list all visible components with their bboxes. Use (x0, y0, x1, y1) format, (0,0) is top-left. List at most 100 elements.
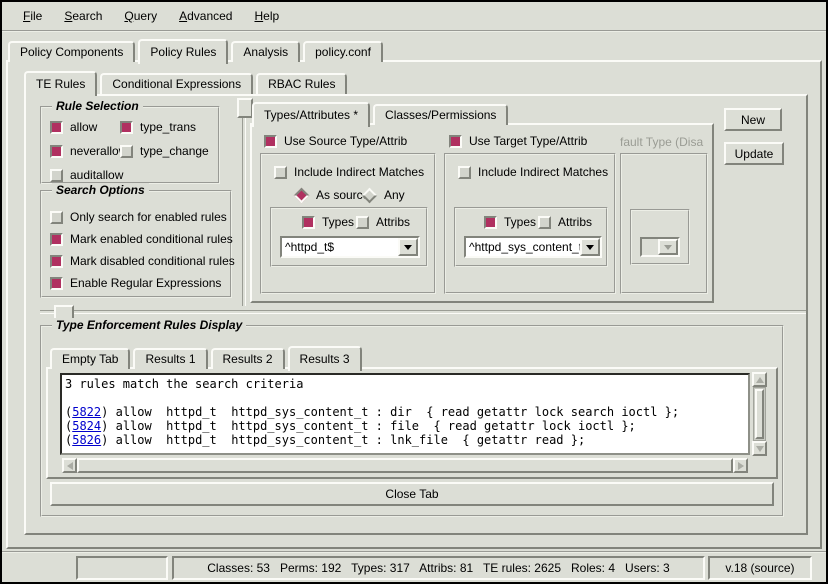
tab-policy-components[interactable]: Policy Components (8, 41, 135, 62)
vertical-sash-handle[interactable] (237, 98, 253, 118)
rule-number-link[interactable]: 5822 (72, 405, 101, 419)
menu-query[interactable]: Query (115, 6, 166, 26)
checkbox-target-include-indirect[interactable]: Include Indirect Matches (458, 165, 608, 179)
checkbox-neverallow[interactable]: neverallow (50, 144, 127, 158)
new-button[interactable]: New (724, 108, 782, 131)
checkbox-auditallow[interactable]: auditallow (50, 168, 123, 182)
checkbox-use-target-type[interactable]: Use Target Type/Attrib (449, 134, 587, 148)
scroll-right-arrow-icon[interactable] (733, 458, 748, 473)
scrollbar-thumb[interactable] (755, 389, 764, 439)
tab-rbac-rules[interactable]: RBAC Rules (256, 73, 347, 94)
checkbox-type-change[interactable]: type_change (120, 144, 209, 158)
checkbox-source-include-indirect[interactable]: Include Indirect Matches (274, 165, 424, 179)
default-type-inner-frame (630, 209, 690, 265)
menu-help[interactable]: Help (245, 6, 288, 26)
source-types-attribs-frame: Types Attribs ^httpd_t$ (270, 207, 428, 267)
scrollbar-trough[interactable] (753, 387, 766, 441)
checkbox-indicator[interactable] (302, 216, 315, 229)
menu-search[interactable]: Search (55, 6, 111, 26)
target-type-frame: Include Indirect Matches Types Attribs ^… (444, 153, 616, 294)
checkbox-indicator[interactable] (120, 121, 133, 134)
tab-policy-rules[interactable]: Policy Rules (138, 39, 228, 64)
horizontal-sash[interactable] (40, 310, 806, 314)
status-box-left (76, 556, 168, 580)
menu-bar: File Search Query Advanced Help (2, 2, 826, 32)
rules-tab-bar: TE Rules Conditional Expressions RBAC Ru… (24, 68, 350, 94)
rule-selection-title: Rule Selection (52, 99, 143, 113)
tab-analysis[interactable]: Analysis (231, 41, 300, 62)
radio-indicator[interactable] (294, 187, 310, 203)
checkbox-indicator[interactable] (120, 145, 133, 158)
scroll-down-arrow-icon[interactable] (752, 441, 767, 456)
radio-indicator[interactable] (362, 187, 378, 203)
tab-te-rules[interactable]: TE Rules (24, 71, 97, 96)
checkbox-indicator[interactable] (50, 169, 63, 182)
update-button[interactable]: Update (724, 142, 784, 165)
checkbox-indicator[interactable] (50, 277, 63, 290)
tab-types-attributes[interactable]: Types/Attributes * (252, 102, 370, 127)
checkbox-target-attribs[interactable]: Attribs (538, 215, 592, 229)
checkbox-indicator[interactable] (458, 166, 471, 179)
te-rules-display-group: Type Enforcement Rules Display Empty Tab… (40, 325, 784, 517)
checkbox-use-source-type[interactable]: Use Source Type/Attrib (264, 134, 407, 148)
checkbox-indicator[interactable] (50, 121, 63, 134)
apol-main-window: File Search Query Advanced Help Policy C… (0, 0, 828, 584)
checkbox-allow[interactable]: allow (50, 120, 97, 134)
source-type-combobox[interactable]: ^httpd_t$ (280, 236, 420, 258)
checkbox-mark-disabled-conditional[interactable]: Mark disabled conditional rules (50, 254, 235, 268)
tab-empty-tab[interactable]: Empty Tab (50, 348, 130, 369)
results-panel: 3 rules match the search criteria (5822)… (46, 367, 778, 479)
checkbox-indicator[interactable] (356, 216, 369, 229)
vertical-sash[interactable] (242, 100, 246, 306)
horizontal-scrollbar[interactable] (62, 458, 748, 473)
close-tab-button[interactable]: Close Tab (50, 482, 774, 506)
source-type-frame: Include Indirect Matches As source Any T… (260, 153, 436, 294)
radio-any[interactable]: Any (362, 188, 405, 202)
scrollbar-thumb[interactable] (77, 458, 733, 473)
checkbox-indicator[interactable] (484, 216, 497, 229)
policy-rules-panel: TE Rules Conditional Expressions RBAC Ru… (6, 60, 822, 549)
tab-classes-permissions[interactable]: Classes/Permissions (373, 104, 508, 125)
tab-results-1[interactable]: Results 1 (133, 348, 207, 369)
scroll-left-arrow-icon[interactable] (62, 458, 77, 473)
tab-policy-conf[interactable]: policy.conf (303, 41, 383, 62)
status-box-version: v.18 (source) (708, 556, 812, 580)
vertical-scrollbar[interactable] (752, 372, 767, 456)
scroll-up-arrow-icon[interactable] (752, 372, 767, 387)
checkbox-indicator[interactable] (449, 135, 462, 148)
tab-conditional-expressions[interactable]: Conditional Expressions (100, 73, 253, 94)
main-tab-bar: Policy Components Policy Rules Analysis … (8, 36, 386, 62)
checkbox-type-trans[interactable]: type_trans (120, 120, 196, 134)
tab-results-3[interactable]: Results 3 (288, 346, 362, 371)
checkbox-indicator[interactable] (264, 135, 277, 148)
checkbox-indicator[interactable] (50, 145, 63, 158)
rule-number-link[interactable]: 5826 (72, 433, 101, 447)
checkbox-source-types[interactable]: Types (302, 215, 354, 229)
combobox-dropdown-arrow-icon (658, 239, 678, 255)
checkbox-mark-enabled-conditional[interactable]: Mark enabled conditional rules (50, 232, 233, 246)
combobox-dropdown-arrow-icon[interactable] (398, 238, 418, 256)
checkbox-enable-regex[interactable]: Enable Regular Expressions (50, 276, 221, 290)
results-text-area[interactable]: 3 rules match the search criteria (5822)… (60, 373, 750, 455)
types-attributes-tab-bar: Types/Attributes * Classes/Permissions (252, 99, 511, 125)
radio-as-source[interactable]: As source (294, 188, 369, 202)
menu-advanced[interactable]: Advanced (170, 6, 241, 26)
search-options-title: Search Options (52, 183, 149, 197)
menu-file[interactable]: File (14, 6, 51, 26)
checkbox-source-attribs[interactable]: Attribs (356, 215, 410, 229)
checkbox-target-types[interactable]: Types (484, 215, 536, 229)
rule-number-link[interactable]: 5824 (72, 419, 101, 433)
search-options-group: Search Options Only search for enabled r… (40, 190, 232, 298)
results-tab-bar: Empty Tab Results 1 Results 2 Results 3 (50, 343, 365, 369)
checkbox-indicator[interactable] (538, 216, 551, 229)
checkbox-indicator[interactable] (50, 255, 63, 268)
default-type-label: fault Type (Disa (620, 135, 712, 149)
checkbox-indicator[interactable] (50, 211, 63, 224)
tab-results-2[interactable]: Results 2 (211, 348, 285, 369)
results-summary: 3 rules match the search criteria (65, 377, 745, 391)
checkbox-only-enabled-rules[interactable]: Only search for enabled rules (50, 210, 227, 224)
target-type-combobox[interactable]: ^httpd_sys_content_t$ (464, 236, 602, 258)
combobox-dropdown-arrow-icon[interactable] (580, 238, 600, 256)
checkbox-indicator[interactable] (50, 233, 63, 246)
checkbox-indicator[interactable] (274, 166, 287, 179)
